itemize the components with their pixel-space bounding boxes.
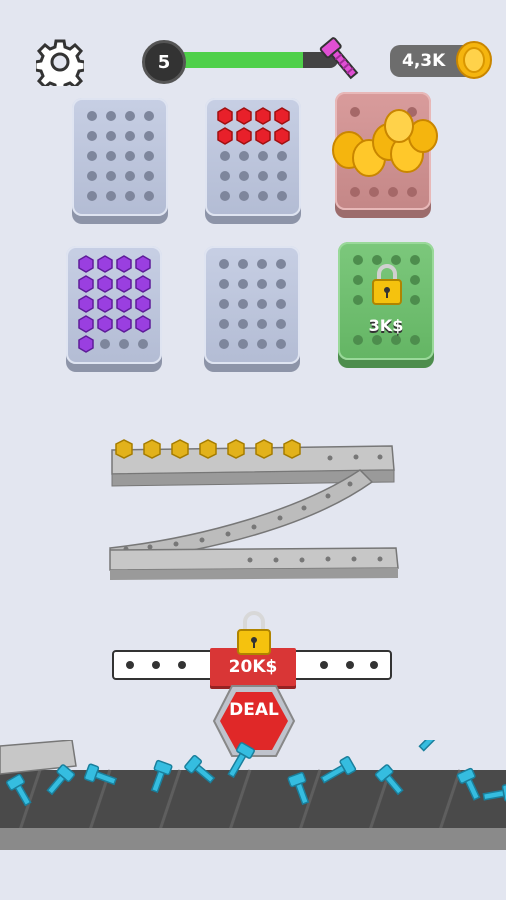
level-progress-bar bbox=[178, 52, 338, 68]
board-locked-red[interactable] bbox=[332, 92, 438, 210]
purple-nuts bbox=[78, 255, 151, 353]
board-unlock-price: 3K$ bbox=[368, 316, 404, 335]
board-red-nuts[interactable] bbox=[205, 98, 301, 216]
board-holes bbox=[87, 111, 154, 201]
board-holes bbox=[219, 259, 286, 349]
coin-burst bbox=[332, 109, 438, 177]
coin-icon bbox=[456, 41, 492, 79]
lock-icon bbox=[372, 264, 402, 305]
board-locked-green[interactable]: 3K$ bbox=[338, 242, 434, 360]
board-holes bbox=[217, 107, 290, 201]
board-empty-2[interactable] bbox=[204, 246, 300, 364]
lock-icon bbox=[237, 611, 271, 655]
red-nuts bbox=[217, 107, 290, 145]
level-progress-fill bbox=[178, 52, 303, 68]
board-holes bbox=[78, 255, 151, 353]
nut-rails bbox=[109, 439, 399, 580]
deal-button-label[interactable]: DEAL bbox=[212, 700, 296, 720]
gear-icon[interactable] bbox=[36, 38, 84, 86]
board-empty-1[interactable] bbox=[72, 98, 168, 216]
coin-amount: 4,3K bbox=[402, 51, 446, 71]
board-purple-nuts[interactable] bbox=[66, 246, 162, 364]
bolt-icon bbox=[319, 37, 359, 80]
level-badge: 5 bbox=[142, 40, 186, 84]
conveyor-belt bbox=[0, 740, 506, 900]
